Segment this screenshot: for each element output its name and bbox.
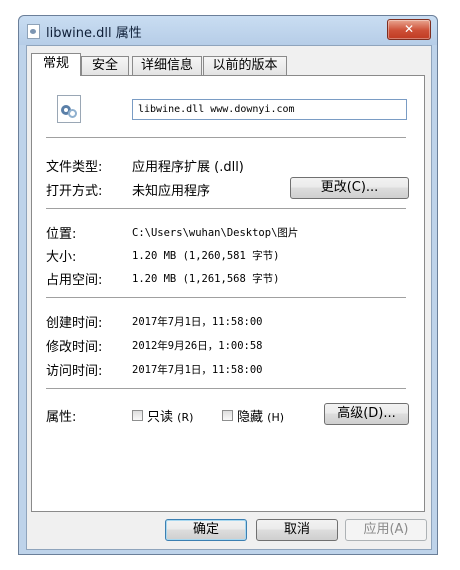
tab-general[interactable]: 常规 — [31, 53, 81, 76]
created-value: 2017年7月1日，11:58:00 — [132, 316, 263, 328]
readonly-checkbox[interactable] — [132, 410, 143, 421]
tab-previous-versions[interactable]: 以前的版本 — [203, 56, 287, 75]
cancel-button[interactable]: 取消 — [256, 519, 338, 541]
location-label: 位置: — [46, 227, 77, 242]
dll-file-small-icon — [27, 24, 40, 39]
hidden-checkbox-label[interactable]: 隐藏 (H) — [237, 406, 284, 425]
file-type-value: 应用程序扩展 (.dll) — [132, 160, 244, 175]
divider — [46, 297, 406, 299]
created-label: 创建时间: — [46, 316, 103, 331]
dialog-client-area: 常规 安全 详细信息 以前的版本 libwine.dll www.downyi.… — [26, 45, 432, 550]
size-on-disk-value: 1.20 MB (1,261,568 字节) — [132, 273, 280, 285]
attributes-label: 属性: — [46, 410, 77, 425]
opens-with-label: 打开方式: — [46, 184, 103, 199]
file-name-input[interactable]: libwine.dll www.downyi.com — [132, 99, 407, 120]
properties-window: libwine.dll 属性 ✕ 常规 安全 详细信息 以前的版本 libwin… — [18, 15, 438, 555]
file-type-label: 文件类型: — [46, 160, 103, 175]
location-value: C:\Users\wuhan\Desktop\图片 — [132, 227, 299, 239]
change-button[interactable]: 更改(C)... — [290, 177, 409, 199]
window-title: libwine.dll 属性 — [46, 26, 142, 41]
divider — [46, 137, 406, 139]
modified-value: 2012年9月26日，1:00:58 — [132, 340, 263, 352]
size-label: 大小: — [46, 250, 77, 265]
opens-with-value: 未知应用程序 — [132, 184, 211, 199]
modified-label: 修改时间: — [46, 340, 103, 355]
ok-button[interactable]: 确定 — [165, 519, 247, 541]
dll-file-icon — [57, 95, 81, 123]
close-icon: ✕ — [403, 22, 415, 36]
general-tab-panel: libwine.dll www.downyi.com 文件类型: 应用程序扩展 … — [31, 75, 425, 512]
accessed-value: 2017年7月1日，11:58:00 — [132, 364, 263, 376]
accessed-label: 访问时间: — [46, 364, 103, 379]
apply-button[interactable]: 应用(A) — [345, 519, 427, 541]
size-on-disk-label: 占用空间: — [46, 273, 103, 288]
title-bar[interactable]: libwine.dll 属性 ✕ — [19, 16, 437, 45]
divider — [46, 208, 406, 210]
advanced-button[interactable]: 高级(D)... — [324, 403, 409, 425]
tab-security[interactable]: 安全 — [81, 56, 129, 75]
tab-details[interactable]: 详细信息 — [132, 56, 202, 75]
readonly-checkbox-label[interactable]: 只读 (R) — [147, 406, 193, 425]
divider — [46, 388, 406, 390]
hidden-checkbox[interactable] — [222, 410, 233, 421]
close-button[interactable]: ✕ — [387, 19, 431, 40]
size-value: 1.20 MB (1,260,581 字节) — [132, 250, 280, 262]
